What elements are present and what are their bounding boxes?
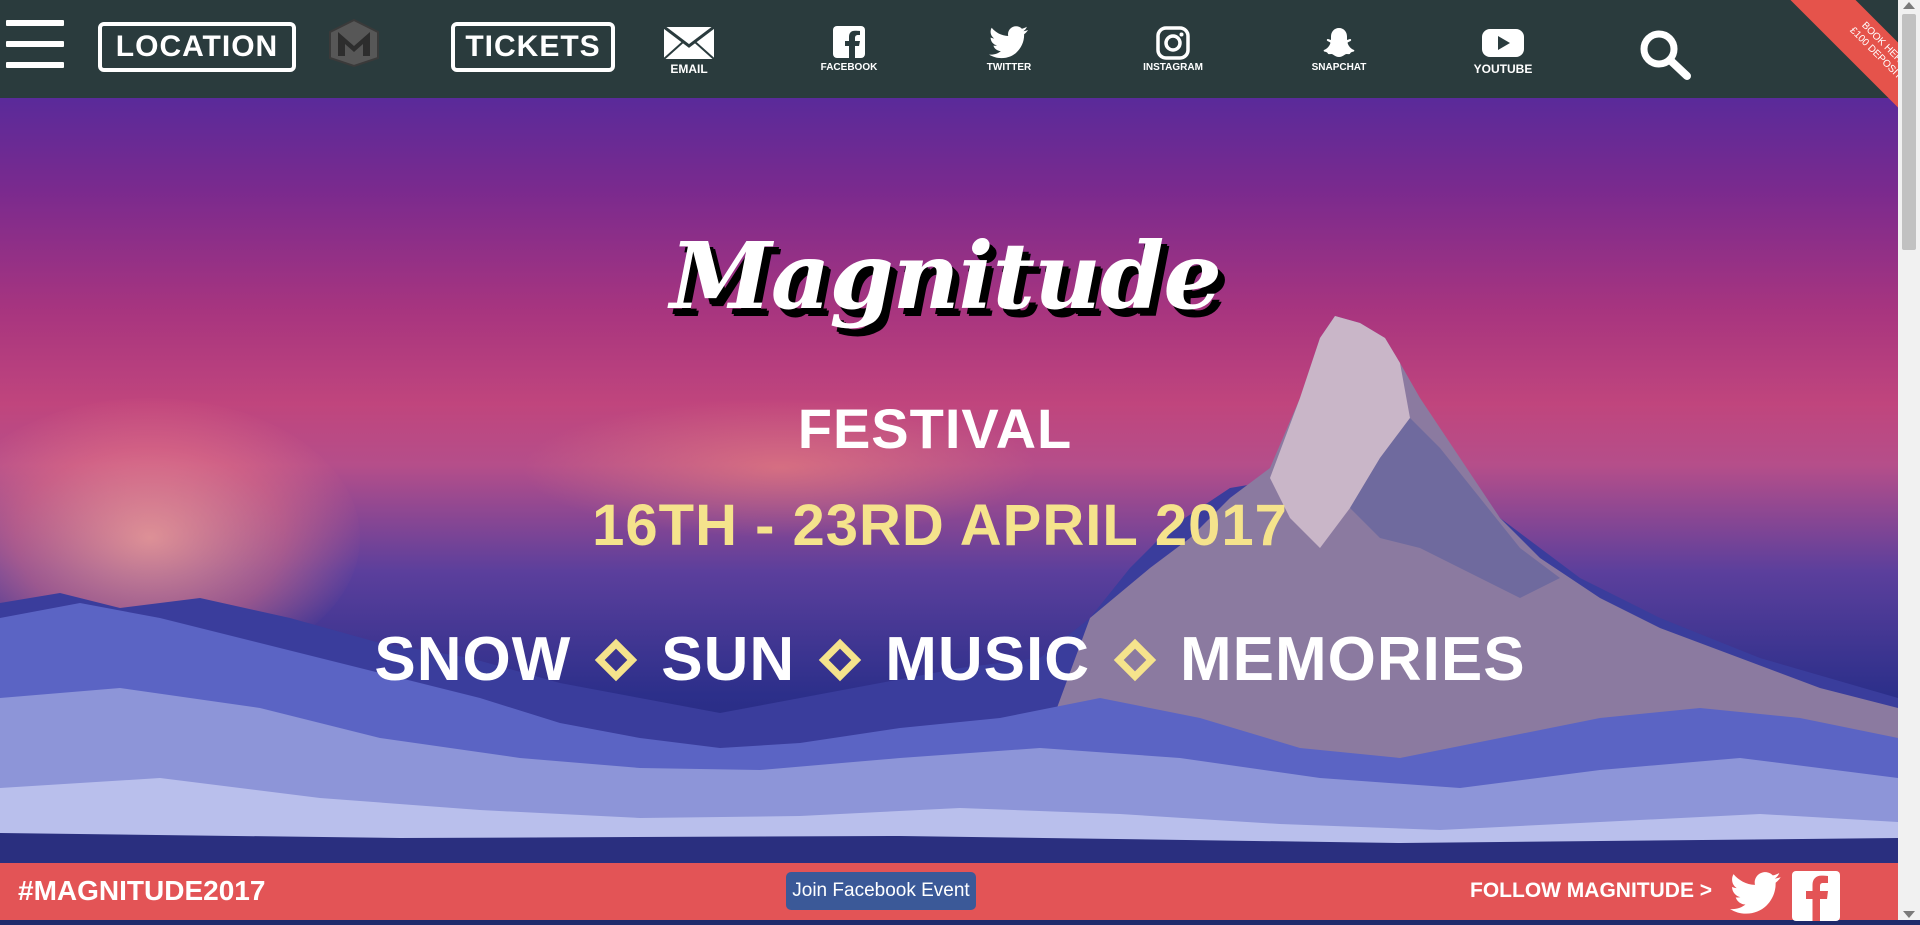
social-label: EMAIL: [670, 62, 708, 76]
social-facebook[interactable]: FACEBOOK: [804, 26, 894, 73]
tagline-word: SUN: [661, 625, 796, 694]
social-label: TWITTER: [986, 62, 1032, 73]
top-navigation-bar: LOCATION TICKETS EMAIL FACEBOOK TWITTER: [0, 0, 1898, 120]
page-scrollbar[interactable]: [1898, 0, 1920, 920]
social-twitter[interactable]: TWITTER: [964, 26, 1054, 73]
facebook-icon: [833, 26, 865, 58]
festival-subtitle: FESTIVAL: [797, 397, 1073, 460]
tagline-word: MEMORIES: [1179, 625, 1526, 694]
hashtag-text: #MAGNITUDE2017: [18, 875, 266, 906]
menu-hamburger-icon[interactable]: [6, 20, 64, 76]
join-facebook-event-button[interactable]: Join Facebook Event: [786, 872, 976, 910]
mountain-illustration: [0, 316, 1898, 863]
social-email[interactable]: EMAIL: [644, 26, 734, 76]
social-label: YOUTUBE: [1473, 62, 1533, 76]
email-icon: [663, 26, 715, 60]
social-label: FACEBOOK: [820, 62, 878, 73]
facebook-icon[interactable]: [1792, 871, 1840, 921]
book-here-ribbon[interactable]: BOOK HERE £100 DEPOSIT: [1760, 0, 1898, 120]
social-instagram[interactable]: INSTAGRAM: [1128, 26, 1218, 73]
social-label: SNAPCHAT: [1311, 62, 1367, 73]
scroll-down-arrow-icon[interactable]: [1903, 911, 1915, 918]
festival-dates: 16TH - 23RD APRIL 2017: [592, 493, 1288, 558]
location-button[interactable]: LOCATION: [98, 22, 296, 72]
follow-magnitude-label: FOLLOW MAGNITUDE >: [1470, 879, 1713, 902]
tickets-button[interactable]: TICKETS: [451, 22, 615, 72]
diamond-separator-icon: [1113, 638, 1157, 681]
twitter-icon[interactable]: [1730, 869, 1782, 919]
diamond-separator-icon: [818, 638, 862, 681]
social-youtube[interactable]: YOUTUBE: [1458, 26, 1548, 76]
festival-brand-logo: Magnitude: [670, 222, 1222, 330]
tagline-word: SNOW: [374, 625, 572, 694]
social-snapchat[interactable]: SNAPCHAT: [1294, 26, 1384, 73]
scroll-up-arrow-icon[interactable]: [1903, 2, 1915, 9]
diamond-separator-icon: [595, 638, 638, 681]
social-label: INSTAGRAM: [1143, 62, 1203, 73]
twitter-icon: [989, 26, 1028, 59]
hero-background: [0, 98, 1898, 863]
scroll-thumb[interactable]: [1902, 14, 1916, 250]
instagram-icon: [1156, 26, 1190, 60]
bottom-bar: #MAGNITUDE2017 Join Facebook Event FOLLO…: [0, 863, 1898, 921]
search-icon[interactable]: [1638, 28, 1692, 80]
snapchat-icon: [1323, 28, 1355, 57]
youtube-icon: [1482, 29, 1524, 57]
tagline-word: MUSIC: [885, 625, 1090, 694]
festival-tagline: SNOW SUN MUSIC MEMORIES: [300, 624, 1600, 695]
magnitude-logo-icon[interactable]: [328, 18, 380, 68]
